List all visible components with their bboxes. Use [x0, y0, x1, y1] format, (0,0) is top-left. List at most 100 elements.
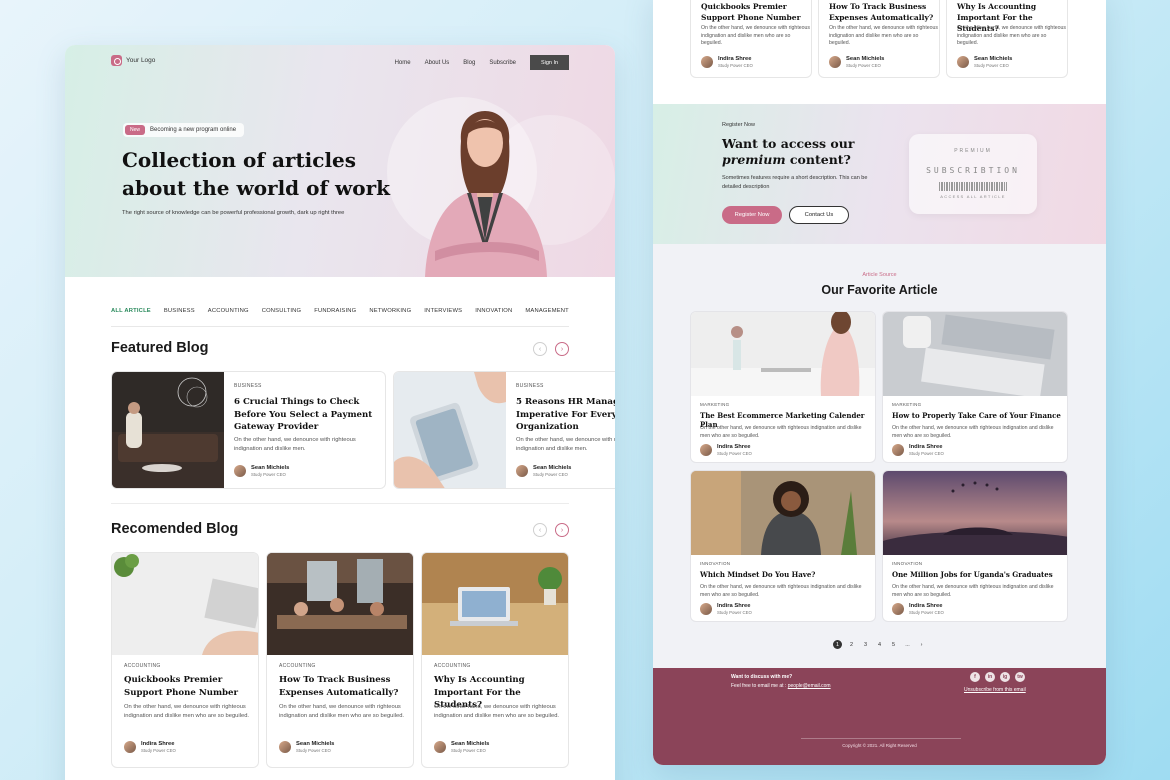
register-description: Sometimes features require a short descr…	[722, 175, 868, 190]
category-tabs: ALL ARTICLE BUSINESS ACCOUNTING CONSULTI…	[111, 303, 569, 327]
card-title[interactable]: 6 Crucial Things to Check Before You Sel…	[234, 396, 382, 434]
card-title[interactable]: 5 Reasons HR Management is Imperative Fo…	[516, 396, 615, 434]
tab-innovation[interactable]: INNOVATION	[475, 303, 512, 326]
prev-arrow-icon[interactable]: ‹	[533, 342, 547, 356]
avatar	[892, 603, 904, 615]
footer: Want to discuss with me? Feel free to em…	[653, 668, 1106, 765]
copyright: Copyright © 2021. All Right Reserved	[842, 743, 917, 748]
blog-card[interactable]: How To Track Business Expenses Automatic…	[818, 0, 940, 78]
tab-business[interactable]: BUSINESS	[164, 303, 195, 326]
featured-card[interactable]: BUSINESS 5 Reasons HR Management is Impe…	[393, 371, 615, 489]
card-title[interactable]: How to Properly Take Care of Your Financ…	[892, 411, 1067, 420]
card-description: On the other hand, we denounce with righ…	[892, 584, 1054, 598]
hero-title-line: Collection of articles	[122, 148, 357, 172]
tab-consulting[interactable]: CONSULTING	[262, 303, 302, 326]
card-author: Indira Shree Study Power CEO	[701, 56, 753, 68]
next-page-icon[interactable]: ›	[917, 640, 926, 649]
card-title[interactable]: Quickbooks Premier Support Phone Number	[701, 1, 813, 23]
logo[interactable]: Your Logo	[111, 55, 155, 66]
recommended-card[interactable]: ACCOUNTING How To Track Business Expense…	[266, 552, 414, 768]
author-role: Study Power CEO	[846, 63, 881, 68]
card-title[interactable]: One Million Jobs for Uganda's Graduates	[892, 570, 1067, 579]
card-category: ACCOUNTING	[434, 663, 471, 669]
tab-all-article[interactable]: ALL ARTICLE	[111, 303, 151, 326]
author-role: Study Power CEO	[451, 748, 486, 753]
favorite-card[interactable]: INNOVATION Which Mindset Do You Have? On…	[690, 470, 876, 622]
card-title[interactable]: How To Track Business Expenses Automatic…	[279, 674, 411, 699]
twitter-icon[interactable]: tw	[1015, 672, 1025, 682]
recommended-carousel-arrows: ‹ ›	[533, 523, 569, 537]
tab-fundraising[interactable]: FUNDRAISING	[314, 303, 356, 326]
nav-blog[interactable]: Blog	[463, 60, 475, 66]
page-2[interactable]: 2	[847, 640, 856, 649]
card-title[interactable]: Quickbooks Premier Support Phone Number	[124, 674, 256, 699]
right-page-preview: Quickbooks Premier Support Phone Number …	[653, 0, 1106, 765]
section-divider	[111, 503, 569, 504]
author-name: Indira Shree	[718, 56, 752, 62]
facebook-icon[interactable]: f	[970, 672, 980, 682]
new-badge: New	[125, 125, 146, 135]
card-description: On the other hand, we denounce with righ…	[957, 25, 1067, 46]
avatar	[516, 465, 528, 477]
unsubscribe-link[interactable]: Unsubscribe from this email	[964, 687, 1026, 693]
card-description: On the other hand, we denounce with righ…	[516, 437, 615, 452]
prev-arrow-icon[interactable]: ‹	[533, 523, 547, 537]
next-arrow-icon[interactable]: ›	[555, 342, 569, 356]
card-author: Sean Michiels Study Power CEO	[279, 741, 334, 753]
email-link[interactable]: people@email.com	[788, 683, 831, 689]
pagination: 1 2 3 4 5 ... ›	[653, 640, 1106, 649]
register-kicker: Register Now	[722, 122, 756, 128]
logo-icon	[111, 55, 122, 66]
page-5[interactable]: 5	[889, 640, 898, 649]
author-role: Study Power CEO	[909, 610, 944, 615]
author-name: Sean Michiels	[251, 465, 290, 471]
nav-subscribe[interactable]: Subscribe	[489, 60, 516, 66]
tab-management[interactable]: MANAGEMENT	[525, 303, 569, 326]
badge-text: Becoming a new program online	[150, 127, 237, 133]
favorite-image	[883, 312, 1067, 396]
page-1[interactable]: 1	[833, 640, 842, 649]
author-name: Sean Michiels	[533, 465, 572, 471]
avatar	[124, 741, 136, 753]
blog-card[interactable]: Quickbooks Premier Support Phone Number …	[690, 0, 812, 78]
author-name: Indira Shree	[909, 444, 943, 450]
card-author: Sean Michiels Study Power CEO	[234, 465, 289, 477]
hero-section: Your Logo Home About Us Blog Subscribe S…	[65, 45, 615, 277]
linkedin-icon[interactable]: in	[985, 672, 995, 682]
nav-about-us[interactable]: About Us	[425, 60, 450, 66]
hero-title: Collection of articles about the world o…	[122, 146, 402, 202]
tab-interviews[interactable]: INTERVIEWS	[424, 303, 462, 326]
avatar	[701, 56, 713, 68]
card-author: Sean Michiels Study Power CEO	[957, 56, 1012, 68]
card-description: On the other hand, we denounce with righ…	[829, 25, 939, 46]
card-description: On the other hand, we denounce with righ…	[279, 704, 405, 719]
recommended-blog-title: Recomended Blog	[111, 521, 239, 537]
card-title[interactable]: Which Mindset Do You Have?	[700, 570, 875, 579]
instagram-icon[interactable]: ig	[1000, 672, 1010, 682]
favorite-card[interactable]: MARKETING How to Properly Take Care of Y…	[882, 311, 1068, 463]
register-now-button[interactable]: Register Now	[722, 206, 782, 224]
sign-in-button[interactable]: Sign In	[530, 55, 569, 70]
card-title[interactable]: How To Track Business Expenses Automatic…	[829, 1, 941, 23]
next-arrow-icon[interactable]: ›	[555, 523, 569, 537]
contact-us-button[interactable]: Contact Us	[789, 206, 849, 224]
premium-subscription-card: PREMIUM SUBSCRIBTION ACCESS ALL ARTICLE	[909, 134, 1037, 214]
author-name: Indira Shree	[717, 444, 751, 450]
favorite-card[interactable]: MARKETING The Best Ecommerce Marketing C…	[690, 311, 876, 463]
tab-accounting[interactable]: ACCOUNTING	[208, 303, 249, 326]
avatar	[829, 56, 841, 68]
featured-card[interactable]: BUSINESS 6 Crucial Things to Check Befor…	[111, 371, 386, 489]
register-title-emphasis: premium	[722, 152, 786, 167]
card-description: On the other hand, we denounce with righ…	[701, 25, 811, 46]
favorite-card[interactable]: INNOVATION One Million Jobs for Uganda's…	[882, 470, 1068, 622]
page-3[interactable]: 3	[861, 640, 870, 649]
blog-card[interactable]: Why Is Accounting Important For the Stud…	[946, 0, 1068, 78]
hero-woman-illustration	[425, 111, 547, 277]
footer-email-line: Feel free to email me at : people@email.…	[731, 683, 831, 689]
page-ellipsis: ...	[905, 641, 910, 648]
recommended-card[interactable]: ACCOUNTING Quickbooks Premier Support Ph…	[111, 552, 259, 768]
page-4[interactable]: 4	[875, 640, 884, 649]
recommended-card[interactable]: ACCOUNTING Why Is Accounting Important F…	[421, 552, 569, 768]
nav-home[interactable]: Home	[395, 60, 411, 66]
tab-networking[interactable]: NETWORKING	[369, 303, 411, 326]
